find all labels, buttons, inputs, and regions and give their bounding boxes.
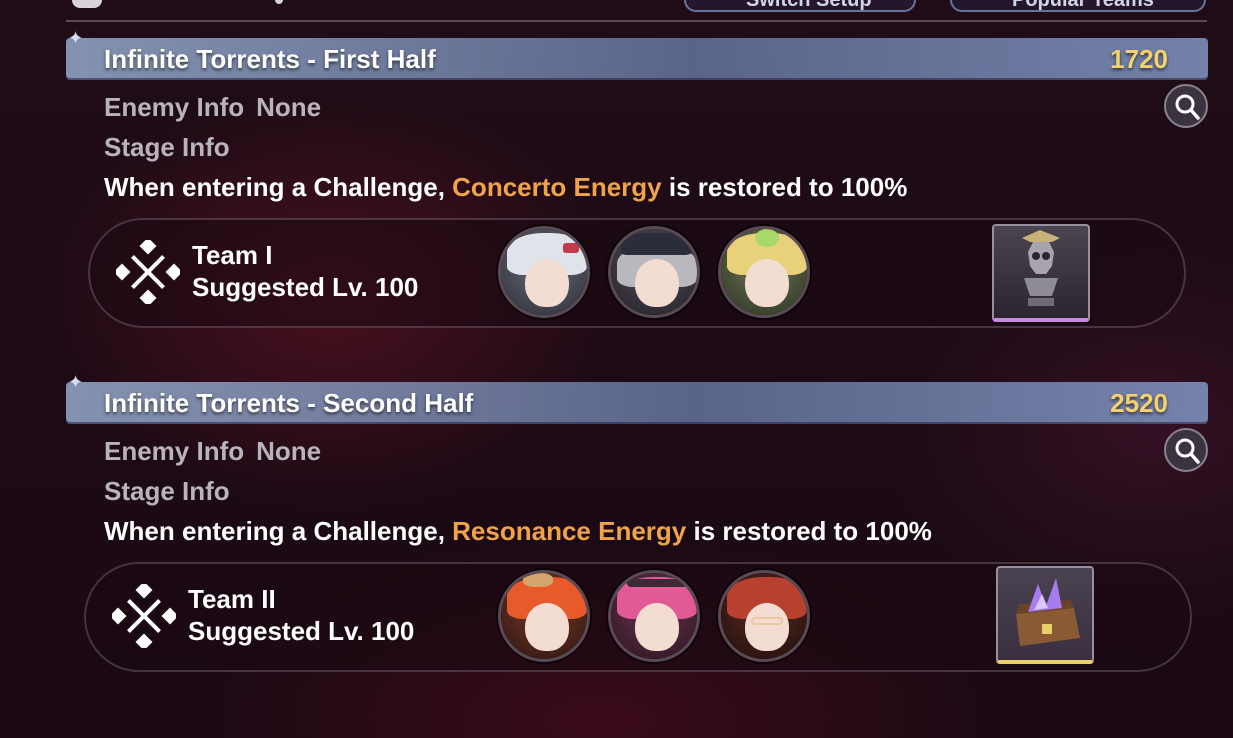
team-card[interactable]: Team I Suggested Lv. 100 bbox=[88, 218, 1186, 328]
stage-score: 1720 bbox=[1110, 44, 1168, 74]
top-bar: Switch Setup Popular Teams bbox=[0, 0, 1233, 22]
stage-title: Infinite Torrents - First Half bbox=[104, 44, 436, 74]
team-suggested-level: Suggested Lv. 100 bbox=[192, 272, 419, 302]
team-name: Team II bbox=[188, 584, 276, 614]
silver-hair-character-portrait[interactable] bbox=[498, 226, 590, 318]
team-card[interactable]: Team II Suggested Lv. 100 bbox=[84, 562, 1192, 672]
effect-highlight: Resonance Energy bbox=[452, 516, 687, 546]
top-divider bbox=[66, 20, 1207, 22]
stage-score: 2520 bbox=[1110, 388, 1168, 418]
stage-banner: ✦ Infinite Torrents - Second Half 2520 bbox=[66, 372, 1208, 424]
magnifier-icon bbox=[1175, 438, 1200, 464]
enemy-info-row: Enemy Info None bbox=[104, 436, 321, 467]
sparkle-icon: ✦ bbox=[68, 28, 84, 48]
user-icon bbox=[72, 0, 102, 8]
team-emblem-icon bbox=[112, 584, 176, 648]
orange-hair-character-portrait[interactable] bbox=[498, 570, 590, 662]
stage-card-first-half: ✦ Infinite Torrents - First Half 1720 En… bbox=[66, 28, 1208, 328]
enemy-info-label: Enemy Info bbox=[104, 436, 245, 466]
stage-title: Infinite Torrents - Second Half bbox=[104, 388, 474, 418]
red-hair-glasses-character-portrait[interactable] bbox=[718, 570, 810, 662]
purple-crystal-chest-icon[interactable] bbox=[996, 566, 1094, 664]
skull-bust-echo-icon[interactable] bbox=[992, 224, 1090, 322]
top-bar-indicator bbox=[275, 0, 283, 4]
stage-info-label: Stage Info bbox=[104, 132, 230, 162]
team-suggested-level: Suggested Lv. 100 bbox=[188, 616, 415, 646]
blonde-hair-character-portrait[interactable] bbox=[718, 226, 810, 318]
magnifier-icon bbox=[1175, 94, 1200, 120]
stage-banner: ✦ Infinite Torrents - First Half 1720 bbox=[66, 28, 1208, 80]
effect-text-prefix: When entering a Challenge, bbox=[104, 516, 453, 546]
stage-effect-text: When entering a Challenge, Concerto Ener… bbox=[104, 172, 907, 203]
enemy-search-button[interactable] bbox=[1164, 84, 1208, 128]
stage-info-label: Stage Info bbox=[104, 476, 230, 506]
popular-teams-button[interactable]: Popular Teams bbox=[950, 0, 1206, 12]
sparkle-icon: ✦ bbox=[68, 372, 84, 392]
enemy-info-row: Enemy Info None bbox=[104, 92, 321, 123]
effect-text-suffix: is restored to 100% bbox=[661, 172, 908, 202]
crystal-chest-icon bbox=[1016, 578, 1080, 646]
team-emblem-icon bbox=[116, 240, 180, 304]
team-name: Team I bbox=[192, 240, 273, 270]
pink-hair-character-portrait[interactable] bbox=[608, 570, 700, 662]
stage-card-second-half: ✦ Infinite Torrents - Second Half 2520 E… bbox=[66, 372, 1208, 672]
enemy-info-label: Enemy Info bbox=[104, 92, 245, 122]
stage-effect-text: When entering a Challenge, Resonance Ene… bbox=[104, 516, 932, 547]
gray-hair-captain-character-portrait[interactable] bbox=[608, 226, 700, 318]
effect-text-prefix: When entering a Challenge, bbox=[104, 172, 453, 202]
enemy-search-button[interactable] bbox=[1164, 428, 1208, 472]
skull-bust-icon bbox=[1022, 230, 1060, 306]
enemy-info-value: None bbox=[256, 92, 322, 122]
effect-text-suffix: is restored to 100% bbox=[686, 516, 932, 546]
effect-highlight: Concerto Energy bbox=[452, 172, 662, 202]
enemy-info-value: None bbox=[256, 436, 322, 466]
switch-setup-button[interactable]: Switch Setup bbox=[684, 0, 916, 12]
